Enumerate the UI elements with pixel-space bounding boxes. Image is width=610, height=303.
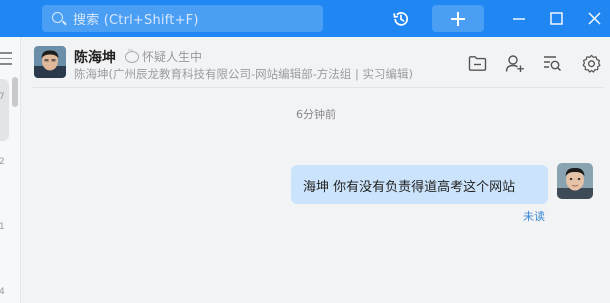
contact-organization: 陈海坤(广州辰龙教育科技有限公司-网站编辑部-方法组 | 实习编辑): [74, 67, 413, 81]
list-number: 4: [0, 287, 5, 297]
message-bubble[interactable]: 海坤 你有没有负责得道高考这个网站: [291, 165, 548, 204]
search-placeholder: 搜索 (Ctrl+Shift+F): [73, 13, 199, 28]
scrollbar-thumb[interactable]: [12, 77, 18, 107]
close-icon: [588, 12, 600, 25]
chat-header: 陈海坤 怀疑人生中 陈海坤(广州辰龙教育科技有限公司-网站编辑部-方法组 | 实…: [21, 37, 610, 88]
contact-name[interactable]: 陈海坤: [74, 47, 116, 67]
add-member-button[interactable]: [504, 52, 526, 74]
history-button[interactable]: [383, 0, 419, 37]
list-number: 1: [0, 222, 5, 232]
add-button[interactable]: [432, 5, 484, 32]
search-history-button[interactable]: [542, 52, 564, 74]
list-number: 7: [0, 92, 5, 102]
avatar[interactable]: [557, 163, 593, 199]
files-button[interactable]: [466, 52, 488, 74]
search-input[interactable]: 搜索 (Ctrl+Shift+F): [42, 5, 323, 32]
avatar[interactable]: [34, 46, 66, 78]
chat-bubble-icon: [125, 46, 139, 63]
search-icon: [52, 12, 63, 23]
message-timestamp: 6分钟前: [296, 108, 336, 121]
history-icon: [393, 11, 409, 26]
status-text: 怀疑人生中: [142, 50, 203, 64]
divider: [33, 87, 603, 88]
title-bar: 搜索 (Ctrl+Shift+F): [0, 0, 610, 37]
status-signature: 怀疑人生中: [125, 46, 203, 65]
list-number: 2: [0, 157, 5, 167]
menu-icon[interactable]: [0, 52, 12, 69]
close-button[interactable]: [580, 0, 608, 37]
settings-icon: [582, 54, 600, 73]
add-member-icon: [505, 54, 524, 72]
plus-icon: [451, 11, 465, 26]
maximize-icon: [549, 12, 563, 25]
maximize-button[interactable]: [542, 0, 570, 37]
search-history-icon: [544, 56, 562, 72]
folder-icon: [468, 55, 486, 71]
read-status: 未读: [523, 210, 545, 223]
settings-button[interactable]: [580, 52, 602, 74]
conversation-list-edge: 7 2 1 4: [0, 37, 21, 303]
minimize-button[interactable]: [505, 0, 533, 37]
minimize-icon: [513, 17, 525, 20]
